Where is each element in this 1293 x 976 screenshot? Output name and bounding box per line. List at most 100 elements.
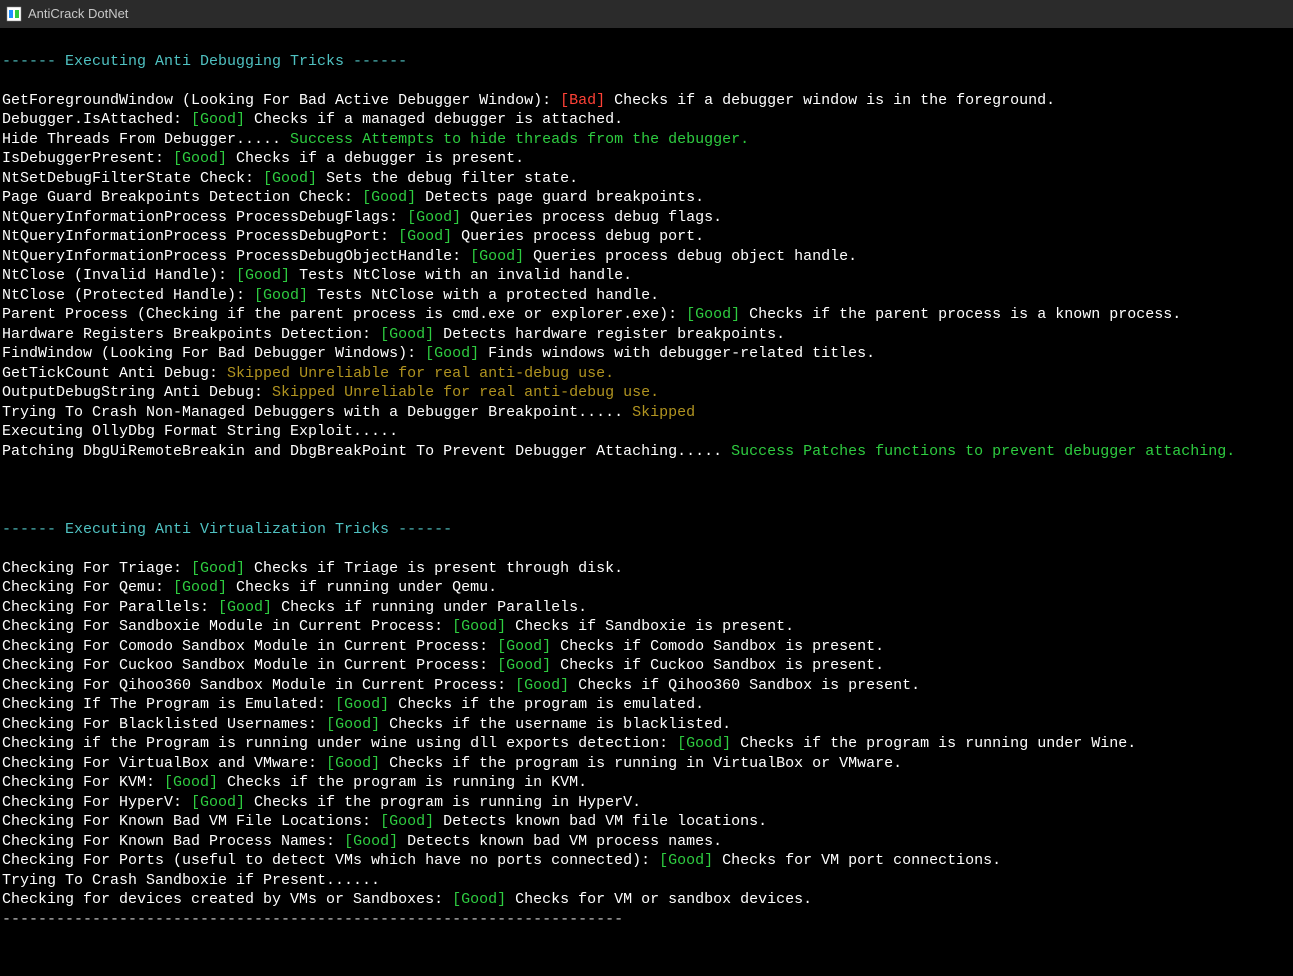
output-line: NtClose (Protected Handle): [Good] Tests… xyxy=(2,286,1291,306)
status-tag: Skipped xyxy=(227,365,290,382)
status-tag: [Good] xyxy=(515,677,569,694)
check-label: Trying To Crash Sandboxie if Present....… xyxy=(2,872,380,889)
window-title: AntiCrack DotNet xyxy=(28,6,128,23)
output-line: GetTickCount Anti Debug: Skipped Unrelia… xyxy=(2,364,1291,384)
check-label: Checking For Blacklisted Usernames: xyxy=(2,716,326,733)
status-tag: [Bad] xyxy=(560,92,605,109)
check-description: Queries process debug port. xyxy=(452,228,704,245)
check-label: Executing OllyDbg Format String Exploit.… xyxy=(2,423,398,440)
output-line: NtClose (Invalid Handle): [Good] Tests N… xyxy=(2,266,1291,286)
check-label: FindWindow (Looking For Bad Debugger Win… xyxy=(2,345,425,362)
check-label: Trying To Crash Non-Managed Debuggers wi… xyxy=(2,404,632,421)
check-description: Detects page guard breakpoints. xyxy=(416,189,704,206)
status-tag: [Good] xyxy=(164,774,218,791)
check-description: Checks if a managed debugger is attached… xyxy=(245,111,623,128)
check-description: Checks if Triage is present through disk… xyxy=(245,560,623,577)
check-description: Checks if Sandboxie is present. xyxy=(506,618,794,635)
check-label: NtClose (Invalid Handle): xyxy=(2,267,236,284)
check-description: Checks if the program is running in Virt… xyxy=(380,755,902,772)
status-tag: [Good] xyxy=(326,716,380,733)
check-label: Parent Process (Checking if the parent p… xyxy=(2,306,686,323)
status-tag: [Good] xyxy=(380,326,434,343)
check-label: Patching DbgUiRemoteBreakin and DbgBreak… xyxy=(2,443,731,460)
check-label: Checking For Comodo Sandbox Module in Cu… xyxy=(2,638,497,655)
output-line: GetForegroundWindow (Looking For Bad Act… xyxy=(2,91,1291,111)
output-line: Checking For KVM: [Good] Checks if the p… xyxy=(2,773,1291,793)
check-label: Checking For Triage: xyxy=(2,560,191,577)
status-tag: [Good] xyxy=(677,735,731,752)
check-label: NtQueryInformationProcess ProcessDebugOb… xyxy=(2,248,470,265)
blank-line xyxy=(2,71,1291,91)
output-line: Parent Process (Checking if the parent p… xyxy=(2,305,1291,325)
status-tag: [Good] xyxy=(326,755,380,772)
output-line: Hide Threads From Debugger..... Success … xyxy=(2,130,1291,150)
check-description: Checks if a debugger is present. xyxy=(227,150,524,167)
check-label: OutputDebugString Anti Debug: xyxy=(2,384,272,401)
check-label: Checking For Parallels: xyxy=(2,599,218,616)
status-tag: [Good] xyxy=(191,794,245,811)
check-label: Checking For KVM: xyxy=(2,774,164,791)
status-tag: [Good] xyxy=(263,170,317,187)
output-line: Checking For Parallels: [Good] Checks if… xyxy=(2,598,1291,618)
check-description: Queries process debug object handle. xyxy=(524,248,857,265)
output-line: Checking for devices created by VMs or S… xyxy=(2,890,1291,910)
check-description: Checks if the parent process is a known … xyxy=(740,306,1181,323)
output-line: NtSetDebugFilterState Check: [Good] Sets… xyxy=(2,169,1291,189)
separator-line: ----------------------------------------… xyxy=(2,910,1291,930)
check-description: Checks if running under Qemu. xyxy=(227,579,497,596)
output-line: Checking For Cuckoo Sandbox Module in Cu… xyxy=(2,656,1291,676)
blank-line xyxy=(2,461,1291,481)
status-tag: [Good] xyxy=(335,696,389,713)
check-description: Checks if running under Parallels. xyxy=(272,599,587,616)
status-tag: [Good] xyxy=(497,657,551,674)
check-description: Checks if Cuckoo Sandbox is present. xyxy=(551,657,884,674)
status-tag: [Good] xyxy=(425,345,479,362)
check-label: Hide Threads From Debugger..... xyxy=(2,131,290,148)
check-label: GetForegroundWindow (Looking For Bad Act… xyxy=(2,92,560,109)
check-label: NtSetDebugFilterState Check: xyxy=(2,170,263,187)
output-line: Checking If The Program is Emulated: [Go… xyxy=(2,695,1291,715)
output-line: Executing OllyDbg Format String Exploit.… xyxy=(2,422,1291,442)
section-header: ------ Executing Anti Debugging Tricks -… xyxy=(2,52,1291,72)
check-label: IsDebuggerPresent: xyxy=(2,150,173,167)
status-tag: [Good] xyxy=(191,111,245,128)
check-label: Hardware Registers Breakpoints Detection… xyxy=(2,326,380,343)
check-description: Checks for VM or sandbox devices. xyxy=(506,891,812,908)
check-description: Finds windows with debugger-related titl… xyxy=(479,345,875,362)
check-label: Checking For Sandboxie Module in Current… xyxy=(2,618,452,635)
check-description: Checks for VM port connections. xyxy=(713,852,1001,869)
window-titlebar[interactable]: AntiCrack DotNet xyxy=(0,0,1293,28)
output-line: Checking For Comodo Sandbox Module in Cu… xyxy=(2,637,1291,657)
check-label: GetTickCount Anti Debug: xyxy=(2,365,227,382)
check-label: Checking For HyperV: xyxy=(2,794,191,811)
check-label: NtQueryInformationProcess ProcessDebugFl… xyxy=(2,209,407,226)
status-tag: Skipped xyxy=(632,404,695,421)
check-label: Checking for devices created by VMs or S… xyxy=(2,891,452,908)
status-tag: [Good] xyxy=(254,287,308,304)
output-line: Debugger.IsAttached: [Good] Checks if a … xyxy=(2,110,1291,130)
status-tag: Skipped xyxy=(272,384,335,401)
check-description: Tests NtClose with a protected handle. xyxy=(308,287,659,304)
output-line: FindWindow (Looking For Bad Debugger Win… xyxy=(2,344,1291,364)
check-description: Checks if Comodo Sandbox is present. xyxy=(551,638,884,655)
check-label: Checking For Qemu: xyxy=(2,579,173,596)
output-line: NtQueryInformationProcess ProcessDebugPo… xyxy=(2,227,1291,247)
status-tag: [Good] xyxy=(398,228,452,245)
output-line: Checking For Triage: [Good] Checks if Tr… xyxy=(2,559,1291,579)
output-line: Trying To Crash Sandboxie if Present....… xyxy=(2,871,1291,891)
output-line: Patching DbgUiRemoteBreakin and DbgBreak… xyxy=(2,442,1291,462)
status-tag: [Good] xyxy=(173,150,227,167)
check-description: Patches functions to prevent debugger at… xyxy=(794,443,1235,460)
output-line: Checking For Ports (useful to detect VMs… xyxy=(2,851,1291,871)
output-line: Checking For Known Bad Process Names: [G… xyxy=(2,832,1291,852)
check-description: Detects known bad VM file locations. xyxy=(434,813,767,830)
check-label: Checking if the Program is running under… xyxy=(2,735,677,752)
check-label: Checking For Known Bad Process Names: xyxy=(2,833,344,850)
check-description: Detects hardware register breakpoints. xyxy=(434,326,785,343)
output-line: Page Guard Breakpoints Detection Check: … xyxy=(2,188,1291,208)
check-label: NtQueryInformationProcess ProcessDebugPo… xyxy=(2,228,398,245)
check-description: Unreliable for real anti-debug use. xyxy=(335,384,659,401)
check-description: Checks if the username is blacklisted. xyxy=(380,716,731,733)
check-label: Checking If The Program is Emulated: xyxy=(2,696,335,713)
blank-line xyxy=(2,481,1291,501)
